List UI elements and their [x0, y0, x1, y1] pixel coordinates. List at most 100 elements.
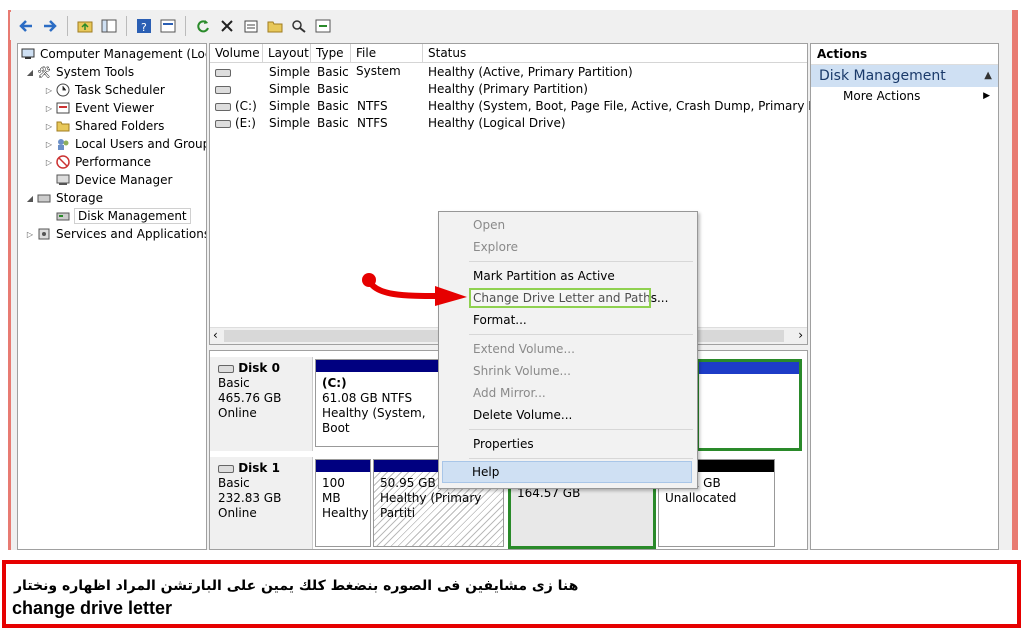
tree-item-services[interactable]: ▷ Services and Applications [24, 225, 206, 243]
disk-icon [210, 98, 231, 115]
more-actions-label: More Actions [843, 89, 921, 103]
services-icon [36, 227, 52, 241]
open-folder-icon[interactable] [265, 16, 285, 36]
partition-status: Healthy [322, 506, 369, 520]
menu-item-shrink[interactable]: Shrink Volume... [473, 361, 571, 381]
search-icon[interactable] [289, 16, 309, 36]
tools-icon: 🛠 [37, 65, 51, 79]
tree-item-system-tools[interactable]: ◢ 🛠 System Tools [24, 63, 134, 81]
partition-c-status: Healthy (System, Boot [322, 406, 426, 435]
disk1-title: Disk 1 [218, 461, 304, 476]
expand-icon[interactable]: ▷ [43, 122, 55, 131]
table-row[interactable]: (C:) Simple Basic NTFS Healthy (System, … [210, 98, 863, 115]
disk1-label[interactable]: Disk 1 Basic 232.83 GB Online [210, 457, 313, 549]
forward-arrow-icon[interactable] [40, 16, 60, 36]
menu-item-open[interactable]: Open [473, 215, 505, 235]
disk0-size: 465.76 GB [218, 391, 282, 405]
tree-item-shared-folders[interactable]: ▷ Shared Folders [43, 117, 164, 135]
menu-item-explore[interactable]: Explore [473, 237, 518, 257]
rescan-icon[interactable] [313, 16, 333, 36]
tree-label: Event Viewer [75, 101, 154, 115]
column-header-status[interactable]: Status [423, 44, 807, 62]
tree-item-storage[interactable]: ◢ Storage [24, 189, 103, 207]
disk-management-icon [55, 209, 71, 223]
tree-item-computer-management[interactable]: Computer Management (Local [20, 45, 206, 63]
show-hide-tree-icon[interactable] [99, 16, 119, 36]
tree-item-task-scheduler[interactable]: ▷ Task Scheduler [43, 81, 165, 99]
collapse-icon[interactable]: ◢ [24, 194, 36, 203]
performance-icon [55, 155, 71, 169]
scroll-right-icon[interactable]: › [798, 328, 803, 342]
menu-item-mark-active[interactable]: Mark Partition as Active [473, 266, 615, 286]
table-row[interactable]: Simple Basic Healthy (Active, Primary Pa… [210, 64, 807, 81]
tree-item-disk-management[interactable]: Disk Management [55, 207, 191, 225]
disk1-state: Online [218, 506, 257, 520]
table-row[interactable]: (E:) Simple Basic NTFS Healthy (Logical … [210, 115, 807, 132]
actions-section-disk-management[interactable]: Disk Management ▲ [811, 65, 998, 87]
menu-separator [469, 334, 693, 335]
menu-item-help[interactable]: Help [472, 462, 499, 482]
disk-icon [210, 115, 231, 132]
tree-item-event-viewer[interactable]: ▷ Event Viewer [43, 99, 154, 117]
edge-fragment [1003, 370, 1017, 440]
partition-body: 100 MB Healthy [316, 472, 370, 546]
disk0-label[interactable]: Disk 0 Basic 465.76 GB Online [210, 357, 313, 451]
cell-volume: (E:) [235, 116, 256, 130]
menu-item-format[interactable]: Format... [473, 310, 527, 330]
expand-icon[interactable]: ▷ [43, 86, 55, 95]
partition-status: Unallocated [665, 491, 737, 505]
partition-status: Healthy (Primary Partiti [380, 491, 482, 520]
menu-item-properties[interactable]: Properties [473, 434, 534, 454]
partition-c[interactable]: (C:) 61.08 GB NTFS Healthy (System, Boot [315, 359, 442, 447]
column-header-volume[interactable]: Volume [210, 44, 263, 62]
expand-icon[interactable]: ▷ [43, 104, 55, 113]
collapse-triangle-icon[interactable]: ▲ [984, 65, 992, 87]
storage-icon [36, 191, 52, 205]
expand-icon[interactable]: ▷ [43, 158, 55, 167]
partition-c-size: 61.08 GB NTFS [322, 391, 413, 405]
menu-item-delete[interactable]: Delete Volume... [473, 405, 572, 425]
tree-label: Task Scheduler [75, 83, 165, 97]
menu-item-extend[interactable]: Extend Volume... [473, 339, 575, 359]
cell-file-system: NTFS [357, 116, 388, 130]
disk-icon [210, 64, 231, 81]
column-header-type[interactable]: Type [311, 44, 351, 62]
svg-text:?: ? [141, 21, 147, 33]
tree-item-performance[interactable]: ▷ Performance [43, 153, 151, 171]
partition-system-reserved[interactable]: 100 MB Healthy [315, 459, 371, 547]
primary-partition-bar [316, 460, 370, 472]
disk0-type: Basic [218, 376, 250, 390]
actions-header: Actions [811, 44, 998, 65]
properties-icon[interactable] [241, 16, 261, 36]
cell-type: Basic [317, 65, 349, 79]
tree-item-local-users[interactable]: ▷ Local Users and Groups [43, 135, 206, 153]
tree-label: Disk Management [74, 208, 191, 224]
scroll-left-icon[interactable]: ‹ [213, 328, 218, 342]
collapse-icon[interactable]: ◢ [24, 68, 36, 77]
caption-box: هنا زى مشايفين فى الصوره بنضغط كلك يمين … [2, 560, 1021, 628]
disk1-size: 232.83 GB [218, 491, 282, 505]
cell-layout: Simple [269, 82, 310, 96]
expand-icon[interactable]: ▷ [43, 140, 55, 149]
tree-item-device-manager[interactable]: Device Manager [55, 171, 172, 189]
column-header-layout[interactable]: Layout [263, 44, 311, 62]
console-icon[interactable] [158, 16, 178, 36]
cell-type: Basic [317, 99, 349, 113]
up-folder-icon[interactable] [75, 16, 95, 36]
table-row[interactable]: Simple Basic Healthy (Primary Partition) [210, 81, 807, 98]
delete-icon[interactable] [217, 16, 237, 36]
disk0-state: Online [218, 406, 257, 420]
event-viewer-icon [55, 101, 71, 115]
column-header-file-system[interactable]: File System [351, 44, 423, 78]
partition-c-label: (C:) [322, 376, 347, 390]
menu-item-add-mirror[interactable]: Add Mirror... [473, 383, 546, 403]
refresh-icon[interactable] [193, 16, 213, 36]
partition-e[interactable] [696, 359, 802, 451]
partition-size: 100 MB [322, 476, 345, 505]
expand-icon[interactable]: ▷ [24, 230, 36, 239]
back-arrow-icon[interactable] [16, 16, 36, 36]
more-actions-item[interactable]: More Actions ▶ [811, 87, 998, 105]
disk0-title: Disk 0 [218, 361, 304, 376]
cell-type: Basic [317, 82, 349, 96]
help-icon[interactable]: ? [134, 16, 154, 36]
